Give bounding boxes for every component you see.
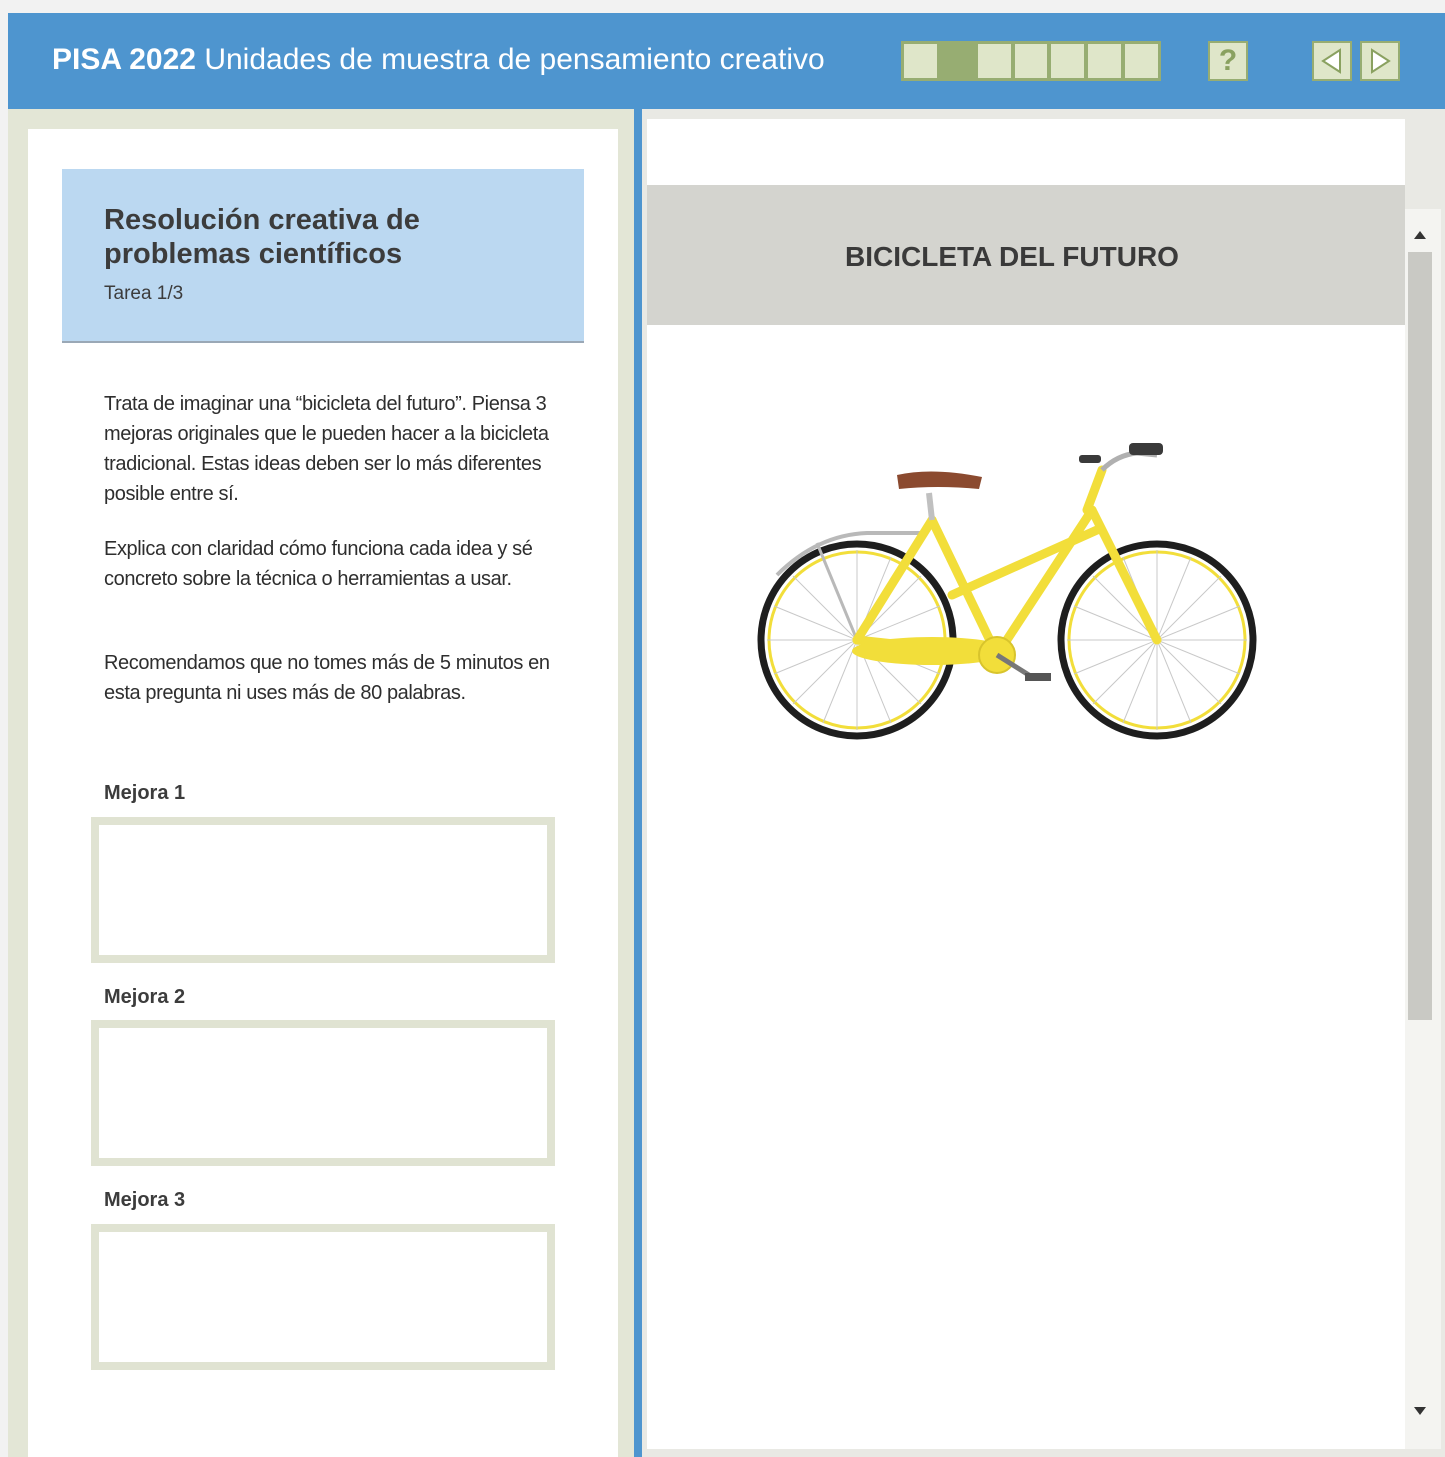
title-bold: PISA 2022 [52, 43, 196, 76]
scrollbar-thumb[interactable] [1408, 252, 1432, 1020]
instruction-paragraph-3: Recomendamos que no tomes más de 5 minut… [104, 652, 550, 704]
stimulus-pane: BICICLETA DEL FUTURO [642, 109, 1445, 1457]
stimulus-body [647, 325, 1405, 1449]
progress-segment-6[interactable] [1088, 44, 1122, 78]
previous-button[interactable] [1312, 41, 1352, 81]
stimulus-top-area [647, 119, 1405, 185]
task-panel: Resolución creativa de problemas científ… [28, 129, 618, 1457]
help-icon: ? [1218, 44, 1238, 77]
answer-input-2[interactable] [91, 1020, 555, 1166]
scroll-down-icon[interactable] [1410, 1401, 1430, 1421]
task-header: Resolución creativa de problemas científ… [62, 169, 584, 343]
stimulus-banner: BICICLETA DEL FUTURO [647, 185, 1405, 325]
progress-segment-4[interactable] [1014, 44, 1048, 78]
title-rest: Unidades de muestra de pensamiento creat… [195, 43, 825, 76]
progress-segment-5[interactable] [1051, 44, 1085, 78]
progress-segment-2[interactable] [940, 44, 974, 78]
instruction-paragraph-1: Trata de imaginar una “bicicleta del fut… [104, 393, 549, 505]
progress-segment-7[interactable] [1125, 44, 1159, 78]
instruction-paragraph-2: Explica con claridad cómo funciona cada … [104, 538, 533, 590]
scroll-up-icon[interactable] [1410, 225, 1430, 245]
task-pane: Resolución creativa de problemas científ… [8, 109, 634, 1457]
answer-input-1[interactable] [91, 817, 555, 963]
next-button[interactable] [1360, 41, 1400, 81]
task-counter: Tarea 1/3 [104, 283, 184, 304]
help-button[interactable]: ? [1208, 41, 1248, 81]
answer-label-3: Mejora 3 [104, 1189, 186, 1211]
answer-input-3[interactable] [91, 1224, 555, 1370]
answer-label-1: Mejora 1 [104, 782, 186, 804]
header-bar: PISA 2022 Unidades de muestra de pensami… [8, 13, 1445, 105]
stimulus-title: BICICLETA DEL FUTURO [845, 241, 1179, 272]
triangle-right-icon [1371, 48, 1391, 74]
yellow-bicycle-image [757, 443, 1257, 740]
triangle-left-icon [1321, 48, 1341, 74]
task-title: Resolución creativa de problemas científ… [104, 204, 420, 270]
app-window: PISA 2022 Unidades de muestra de pensami… [8, 13, 1445, 1457]
progress-segment-1[interactable] [904, 44, 937, 78]
progress-segment-3[interactable] [977, 44, 1011, 78]
answer-label-2: Mejora 2 [104, 986, 186, 1008]
progress-bar [901, 41, 1161, 81]
pane-splitter[interactable] [634, 109, 642, 1457]
page-title: PISA 2022 Unidades de muestra de pensami… [52, 43, 825, 77]
